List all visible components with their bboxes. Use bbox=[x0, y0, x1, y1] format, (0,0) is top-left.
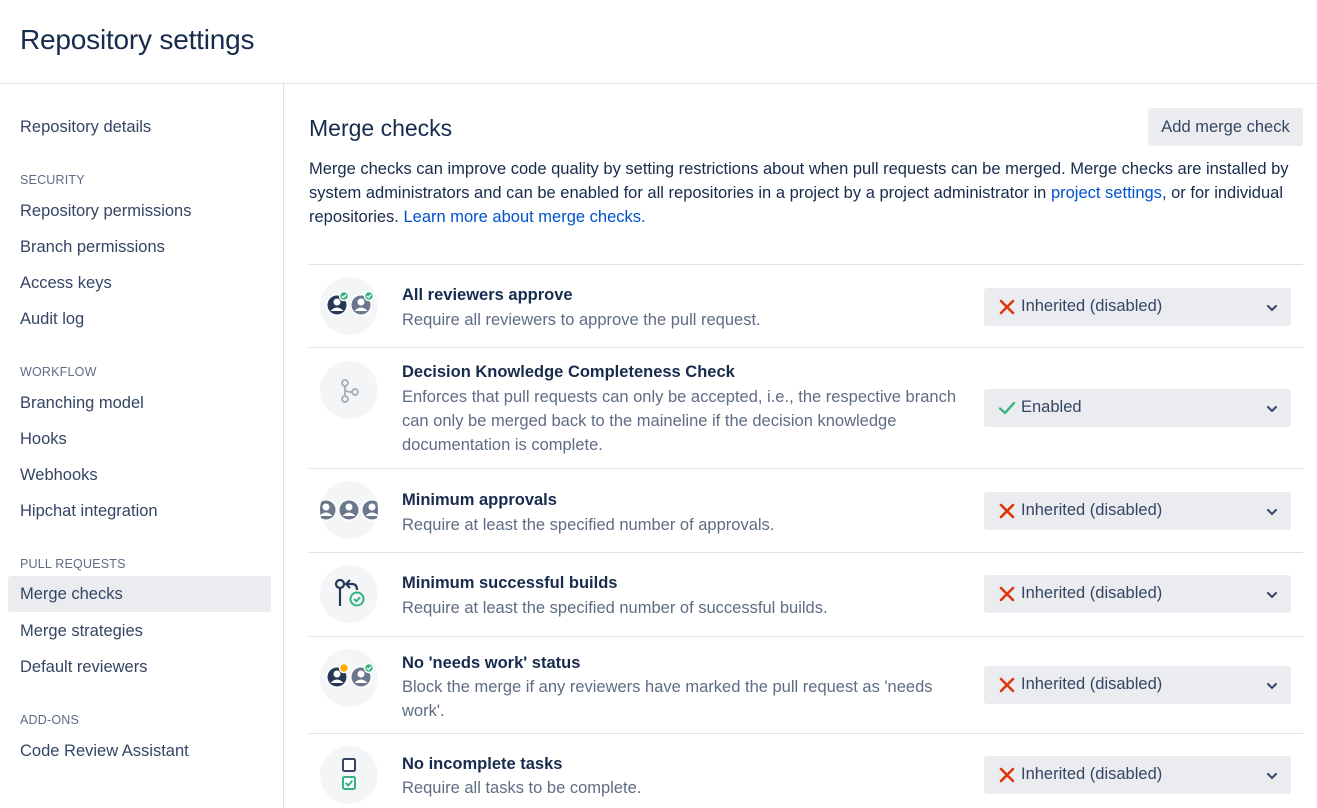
page-title: Repository settings bbox=[20, 24, 255, 55]
section-title: Merge checks bbox=[309, 115, 453, 141]
sidebar-item-merge-strategies[interactable]: Merge strategies bbox=[8, 613, 271, 649]
merge-check-row: No 'needs work' status Block the merge i… bbox=[309, 636, 1303, 733]
needs-work-icon bbox=[320, 649, 378, 707]
chevron-down-icon bbox=[1267, 305, 1277, 312]
merge-check-description: Enforces that pull requests can only be … bbox=[402, 388, 956, 454]
branch-icon bbox=[320, 361, 378, 419]
sidebar-item-hooks[interactable]: Hooks bbox=[8, 421, 271, 457]
sidebar-item-audit-log[interactable]: Audit log bbox=[8, 301, 271, 337]
sidebar-heading-add-ons: ADD-ONS bbox=[20, 713, 80, 727]
merge-check-row: Minimum approvals Require at least the s… bbox=[309, 468, 1303, 552]
merge-check-row: Minimum successful builds Require at lea… bbox=[309, 552, 1303, 636]
disabled-x-icon bbox=[999, 503, 1015, 519]
sidebar-item-code-review-assistant[interactable]: Code Review Assistant bbox=[8, 733, 271, 769]
merge-check-status-select[interactable]: Inherited (disabled) bbox=[984, 288, 1291, 326]
sidebar: Repository details SECURITY Repository p… bbox=[0, 84, 284, 808]
tasks-icon bbox=[320, 746, 378, 804]
disabled-x-icon bbox=[999, 586, 1015, 602]
sidebar-item-repository-permissions[interactable]: Repository permissions bbox=[8, 193, 271, 229]
chevron-down-icon bbox=[1267, 592, 1277, 599]
merge-check-status-select[interactable]: Inherited (disabled) bbox=[984, 575, 1291, 613]
reviewers-approved-icon bbox=[320, 277, 378, 335]
successful-builds-icon bbox=[320, 565, 378, 623]
intro-text: Merge checks can improve code quality by… bbox=[309, 157, 1303, 229]
merge-check-name: Minimum successful builds bbox=[402, 574, 618, 592]
sidebar-item-webhooks[interactable]: Webhooks bbox=[8, 457, 271, 493]
merge-check-status-select[interactable]: Inherited (disabled) bbox=[984, 492, 1291, 530]
merge-check-status-select[interactable]: Enabled bbox=[984, 389, 1291, 427]
sidebar-heading-pull-requests: PULL REQUESTS bbox=[20, 557, 126, 571]
main-content: Merge checks Add merge check Merge check… bbox=[309, 84, 1303, 808]
sidebar-heading-workflow: WORKFLOW bbox=[20, 365, 97, 379]
learn-more-link[interactable]: Learn more about merge checks. bbox=[403, 208, 645, 226]
merge-check-status-label: Inherited (disabled) bbox=[1021, 584, 1163, 602]
merge-check-name: All reviewers approve bbox=[402, 286, 573, 304]
sidebar-item-repository-details[interactable]: Repository details bbox=[8, 109, 271, 145]
disabled-x-icon bbox=[999, 767, 1015, 783]
merge-check-row: All reviewers approve Require all review… bbox=[309, 264, 1303, 347]
merge-check-status-label: Inherited (disabled) bbox=[1021, 297, 1163, 315]
merge-check-description: Require at least the specified number of… bbox=[402, 599, 828, 617]
sidebar-heading-security: SECURITY bbox=[20, 173, 85, 187]
sidebar-item-branch-permissions[interactable]: Branch permissions bbox=[8, 229, 271, 265]
merge-check-row: No incomplete tasks Require all tasks to… bbox=[309, 733, 1303, 808]
merge-check-status-select[interactable]: Inherited (disabled) bbox=[984, 756, 1291, 794]
merge-check-name: No 'needs work' status bbox=[402, 654, 581, 672]
enabled-check-icon bbox=[998, 401, 1016, 415]
sidebar-item-hipchat-integration[interactable]: Hipchat integration bbox=[8, 493, 271, 529]
merge-check-description: Require all reviewers to approve the pul… bbox=[402, 311, 761, 329]
merge-check-name: Decision Knowledge Completeness Check bbox=[402, 363, 735, 381]
approvals-avatars-icon bbox=[320, 481, 378, 539]
disabled-x-icon bbox=[999, 677, 1015, 693]
merge-check-status-label: Inherited (disabled) bbox=[1021, 675, 1163, 693]
add-merge-check-button[interactable]: Add merge check bbox=[1148, 108, 1303, 146]
merge-check-status-select[interactable]: Inherited (disabled) bbox=[984, 666, 1291, 704]
merge-check-description: Require all tasks to be complete. bbox=[402, 779, 642, 797]
merge-check-name: Minimum approvals bbox=[402, 491, 557, 509]
sidebar-item-merge-checks[interactable]: Merge checks bbox=[8, 576, 271, 612]
project-settings-link[interactable]: project settings bbox=[1051, 184, 1162, 202]
merge-check-status-label: Inherited (disabled) bbox=[1021, 501, 1163, 519]
chevron-down-icon bbox=[1267, 773, 1277, 780]
sidebar-item-default-reviewers[interactable]: Default reviewers bbox=[8, 649, 271, 685]
merge-check-status-label: Inherited (disabled) bbox=[1021, 765, 1163, 783]
chevron-down-icon bbox=[1267, 406, 1277, 413]
sidebar-item-access-keys[interactable]: Access keys bbox=[8, 265, 271, 301]
chevron-down-icon bbox=[1267, 509, 1277, 516]
merge-check-row: Decision Knowledge Completeness Check En… bbox=[309, 347, 1303, 468]
disabled-x-icon bbox=[999, 299, 1015, 315]
sidebar-item-branching-model[interactable]: Branching model bbox=[8, 385, 271, 421]
merge-check-description: Block the merge if any reviewers have ma… bbox=[402, 678, 933, 720]
merge-check-description: Require at least the specified number of… bbox=[402, 516, 775, 534]
page-header: Repository settings bbox=[0, 0, 1317, 84]
merge-check-status-label: Enabled bbox=[1021, 398, 1082, 416]
merge-check-name: No incomplete tasks bbox=[402, 755, 563, 773]
chevron-down-icon bbox=[1267, 683, 1277, 690]
